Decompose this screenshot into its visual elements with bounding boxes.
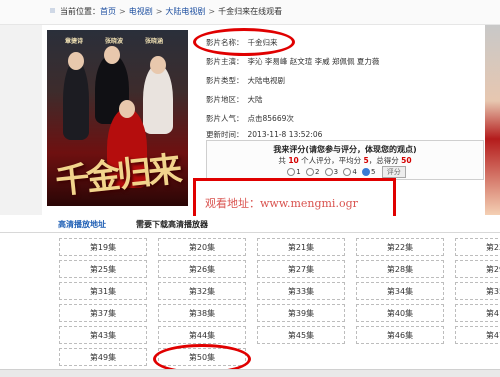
right-side-ad[interactable] — [485, 25, 500, 215]
episode-link[interactable]: 第41集 — [455, 304, 500, 322]
movie-cast: 李沁 李易峰 赵文瑄 李威 郑佩佩 夏力薇 — [247, 57, 380, 66]
rating-radio-3[interactable] — [324, 168, 333, 176]
rate-submit-button[interactable]: 评分 — [381, 166, 406, 178]
episode-link[interactable]: 第21集 — [257, 238, 345, 256]
player-download-hint[interactable]: 需要下载高清播放器 — [136, 219, 208, 230]
rating-box: 我来评分(请您参与评分，体现您的观点) 共 10 个人评分，平均分 5，总得分 … — [206, 140, 484, 180]
episode-link[interactable]: 第49集 — [59, 348, 147, 366]
episode-link[interactable]: 第35集 — [455, 282, 500, 300]
title-highlight-circle — [193, 28, 295, 56]
poster-cast-name: 章捷诗 — [65, 38, 84, 45]
episode-link[interactable]: 第37集 — [59, 304, 147, 322]
breadcrumb-home[interactable]: 首页 — [100, 7, 116, 16]
episode-link[interactable]: 第29集 — [455, 260, 500, 278]
episode-link[interactable]: 第19集 — [59, 238, 147, 256]
episode-link[interactable]: 第43集 — [59, 326, 147, 344]
breadcrumb-tv[interactable]: 电视剧 — [129, 7, 153, 16]
info-popularity-row: 影片人气： 点击85669次 — [206, 114, 294, 123]
rating-radio-4[interactable] — [343, 168, 352, 176]
episode-link[interactable]: 第44集 — [158, 326, 246, 344]
breadcrumb-mainland-tv[interactable]: 大陆电视剧 — [165, 7, 205, 16]
rating-summary: 共 10 个人评分，平均分 5，总得分 50 — [278, 156, 412, 165]
poster-cast-name: 张晓波 — [105, 38, 124, 45]
breadcrumb-bar: 当前位置：首页 > 电视剧 > 大陆电视剧 > 千金归来在线观看 — [0, 0, 500, 25]
episode-link[interactable]: 第31集 — [59, 282, 147, 300]
episode-link[interactable]: 第39集 — [257, 304, 345, 322]
episode-link[interactable]: 第34集 — [356, 282, 444, 300]
episode-link[interactable]: 第47集 — [455, 326, 500, 344]
info-region-row: 影片地区： 大陆 — [206, 95, 263, 104]
episode-link[interactable]: 第40集 — [356, 304, 444, 322]
episode-link[interactable]: 第27集 — [257, 260, 345, 278]
poster-figure — [63, 60, 89, 140]
rating-radio-5[interactable] — [362, 168, 371, 176]
poster-title-art: 千金归来 — [53, 149, 182, 203]
poster-cast-name: 张晓涵 — [145, 38, 164, 45]
poster-image[interactable]: 章捷诗 张晓波 张晓涵 千金归来 — [47, 30, 188, 206]
left-sidebar-strip — [0, 25, 42, 215]
breadcrumb-current: 千金归来在线观看 — [218, 7, 283, 16]
episode-link[interactable]: 第20集 — [158, 238, 246, 256]
episode-link[interactable]: 第25集 — [59, 260, 147, 278]
info-cast-row: 影片主演： 李沁 李易峰 赵文瑄 李威 郑佩佩 夏力薇 — [206, 57, 380, 66]
poster-figure — [143, 64, 173, 134]
rating-options: 1 2 3 4 5 评分 — [207, 166, 483, 178]
playlist-header: 高清播放地址 需要下载高清播放器 — [0, 216, 500, 233]
episode-link[interactable]: 第22集 — [356, 238, 444, 256]
episode-link[interactable]: 第33集 — [257, 282, 345, 300]
episode-link[interactable]: 第32集 — [158, 282, 246, 300]
episode-link[interactable]: 第26集 — [158, 260, 246, 278]
breadcrumb: 当前位置：首页 > 电视剧 > 大陆电视剧 > 千金归来在线观看 — [60, 7, 283, 16]
rating-heading: 我来评分(请您参与评分，体现您的观点) — [273, 145, 417, 154]
episode-link[interactable]: 第23集 — [455, 238, 500, 256]
playlist-source-tab[interactable]: 高清播放地址 — [58, 219, 106, 230]
info-type-row: 影片类型： 大陆电视剧 — [206, 76, 285, 85]
episode-link[interactable]: 第45集 — [257, 326, 345, 344]
breadcrumb-prefix: 当前位置： — [60, 7, 100, 16]
episode-link[interactable]: 第46集 — [356, 326, 444, 344]
episode-grid: 第19集第20集第21集第22集第23集第25集第26集第27集第28集第29集… — [0, 234, 500, 376]
episode-link[interactable]: 第28集 — [356, 260, 444, 278]
info-updated-row: 更新时间： 2013-11-8 13:52:06 — [206, 130, 323, 139]
rating-radio-1[interactable] — [287, 168, 296, 176]
episode-link[interactable]: 第38集 — [158, 304, 246, 322]
location-icon — [50, 8, 55, 13]
rating-radio-2[interactable] — [305, 168, 314, 176]
